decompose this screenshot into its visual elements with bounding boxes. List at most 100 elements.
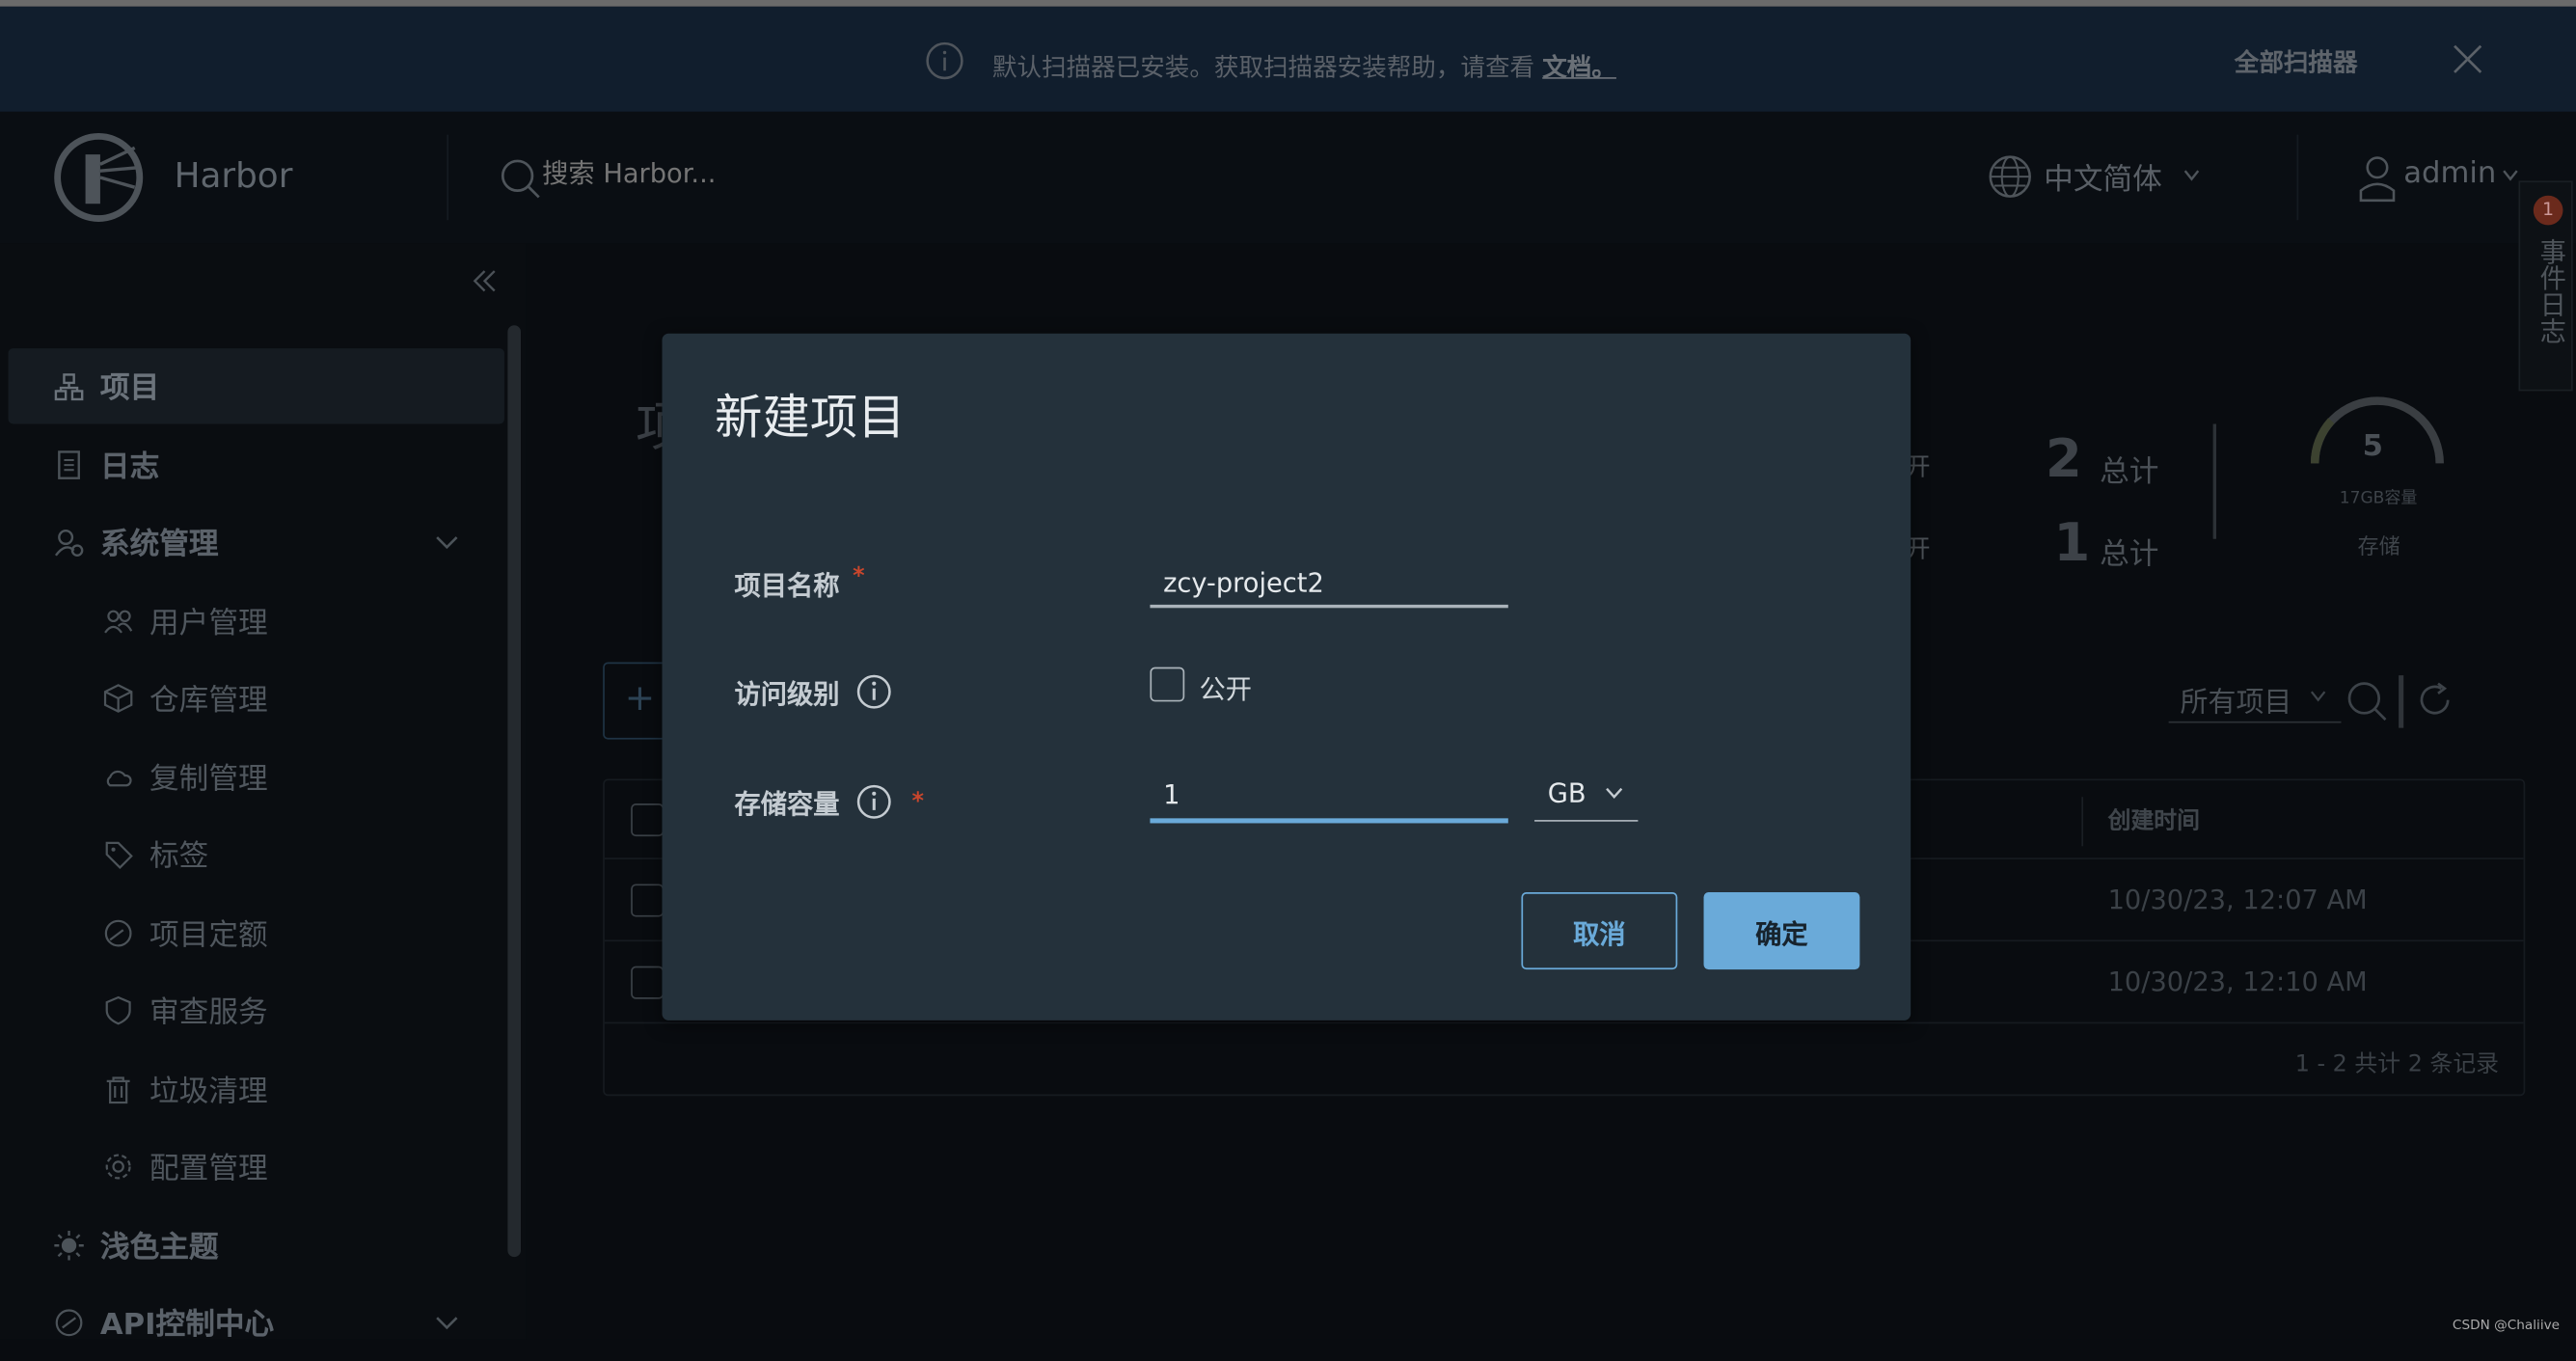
banner-message: 默认扫描器已安装。获取扫描器安装帮助，请查看 文档。 <box>992 49 1616 84</box>
event-log-tab[interactable]: 1 事件日志 <box>2518 180 2573 392</box>
info-icon[interactable] <box>856 673 892 709</box>
stat-label: 总计 <box>2100 537 2159 572</box>
doc-link[interactable]: 文档。 <box>1542 53 1616 83</box>
close-icon[interactable] <box>2452 42 2484 75</box>
api-icon <box>55 1309 83 1337</box>
user-icon <box>2359 156 2396 203</box>
row-checkbox[interactable] <box>631 966 664 999</box>
sidebar-item-4[interactable]: 仓库管理 <box>9 661 504 736</box>
info-icon <box>926 41 963 80</box>
label-text: 存储容量 <box>734 788 840 821</box>
unit-value: GB <box>1547 776 1586 809</box>
sidebar-item-6[interactable]: 标签 <box>9 817 504 892</box>
sidebar-item-12[interactable]: API控制中心 <box>9 1285 504 1360</box>
ok-button[interactable]: 确定 <box>1703 892 1860 970</box>
label-text: 项目名称 <box>734 570 840 602</box>
sidebar-item-2[interactable]: 系统管理 <box>9 504 504 580</box>
sidebar-item-label: 系统管理 <box>99 527 219 562</box>
chevron-down-icon <box>2183 170 2200 181</box>
quota-icon <box>104 918 132 946</box>
required-marker: * <box>853 563 865 590</box>
refresh-icon[interactable] <box>2415 680 2454 720</box>
required-marker: * <box>911 788 924 815</box>
app-name: Harbor <box>174 155 293 196</box>
stat-value: 2 <box>2045 426 2082 490</box>
gear-icon <box>105 1154 131 1180</box>
select-all-checkbox[interactable] <box>631 803 664 837</box>
divider <box>2399 675 2404 728</box>
sun-icon <box>54 1230 84 1260</box>
globe-icon <box>1989 155 2031 198</box>
event-log-badge: 1 <box>2533 195 2563 226</box>
divider <box>447 134 449 221</box>
sidebar-item-3[interactable]: 用户管理 <box>9 583 504 658</box>
info-icon[interactable] <box>856 784 892 820</box>
storage-quota-input[interactable] <box>1150 770 1508 824</box>
search-icon[interactable] <box>500 158 542 201</box>
trash-icon <box>106 1075 130 1103</box>
chevron-down-icon[interactable] <box>435 1316 458 1330</box>
sidebar-item-label: 标签 <box>149 839 209 875</box>
project-name-label: 项目名称 * <box>734 563 864 603</box>
sidebar-item-label: 用户管理 <box>149 605 268 640</box>
sidebar-item-11[interactable]: 浅色主题 <box>9 1207 504 1282</box>
all-scanners-button[interactable]: 全部扫描器 <box>2235 44 2358 79</box>
banner-text: 默认扫描器已安装。获取扫描器安装帮助，请查看 <box>991 52 1535 83</box>
sidebar-item-8[interactable]: 审查服务 <box>9 972 504 1048</box>
logs-icon <box>58 449 80 479</box>
created-time: 10/30/23, 12:07 AM <box>2107 884 2368 915</box>
sidebar-item-label: 审查服务 <box>149 995 268 1031</box>
public-checkbox[interactable] <box>1150 667 1185 702</box>
new-project-dialog: 新建项目 项目名称 * 访问级别 公开 存储容量 * GB 取消 确定 <box>662 333 1912 1021</box>
cancel-button[interactable]: 取消 <box>1521 892 1678 970</box>
sidebar-item-9[interactable]: 垃圾清理 <box>9 1050 504 1126</box>
replication-icon <box>106 770 132 786</box>
chevron-down-icon <box>2310 691 2326 702</box>
project-name-input[interactable] <box>1150 558 1508 609</box>
sidebar-item-10[interactable]: 配置管理 <box>9 1129 504 1204</box>
sidebar-item-label: 日志 <box>99 449 160 484</box>
sidebar-item-label: API控制中心 <box>99 1307 275 1343</box>
users-icon <box>104 609 133 633</box>
chevron-down-icon[interactable] <box>435 534 458 549</box>
storage-unit-select[interactable]: GB <box>1534 776 1639 822</box>
public-label[interactable]: 公开 <box>1200 667 1253 707</box>
sidebar-item-label: 垃圾清理 <box>149 1074 268 1109</box>
scanner-banner: 默认扫描器已安装。获取扫描器安装帮助，请查看 文档。 全部扫描器 <box>0 6 2576 112</box>
tag-icon <box>105 841 133 870</box>
harbor-logo-icon[interactable] <box>53 131 145 223</box>
admin-icon <box>54 530 84 557</box>
collapse-sidebar-icon[interactable] <box>472 269 498 292</box>
sidebar-item-label: 配置管理 <box>149 1152 268 1186</box>
window-top-border <box>0 0 2576 7</box>
row-checkbox[interactable] <box>631 884 664 917</box>
sidebar-item-0[interactable]: 项目 <box>8 348 504 424</box>
pagination-info: 1 - 2 共计 2 条记录 <box>2294 1051 2500 1078</box>
chevron-down-icon <box>1606 787 1623 799</box>
sidebar-item-5[interactable]: 复制管理 <box>9 739 504 814</box>
shield-icon <box>105 995 131 1025</box>
divider <box>2296 134 2299 221</box>
registry-icon <box>103 684 133 713</box>
access-level-label: 访问级别 <box>734 672 892 712</box>
label-text: 访问级别 <box>734 678 840 710</box>
column-created-time[interactable]: 创建时间 <box>2108 803 2200 836</box>
user-menu[interactable]: admin <box>2403 156 2496 191</box>
event-log-label: 事件日志 <box>2535 238 2566 344</box>
watermark: CSDN @Chaliive <box>2452 1318 2561 1333</box>
sidebar-item-7[interactable]: 项目定额 <box>9 895 504 970</box>
top-header: Harbor 中文简体 admin <box>0 111 2576 244</box>
chevron-down-icon <box>2503 170 2518 181</box>
storage-label: 存储 <box>2357 535 2400 560</box>
sidebar-item-label: 复制管理 <box>149 761 268 797</box>
divider <box>2212 423 2217 539</box>
search-icon[interactable] <box>2346 680 2389 722</box>
sidebar-item-1[interactable]: 日志 <box>9 426 504 502</box>
dialog-title: 新建项目 <box>715 389 906 446</box>
sidebar-item-label: 项目 <box>99 370 160 406</box>
language-selector[interactable]: 中文简体 <box>2044 156 2162 199</box>
storage-quota-label: 存储容量 * <box>734 782 924 822</box>
global-search-input[interactable] <box>542 157 1036 189</box>
sidebar-scrollbar[interactable] <box>507 325 522 1258</box>
storage-capacity: 17GB容量 <box>2339 489 2418 508</box>
